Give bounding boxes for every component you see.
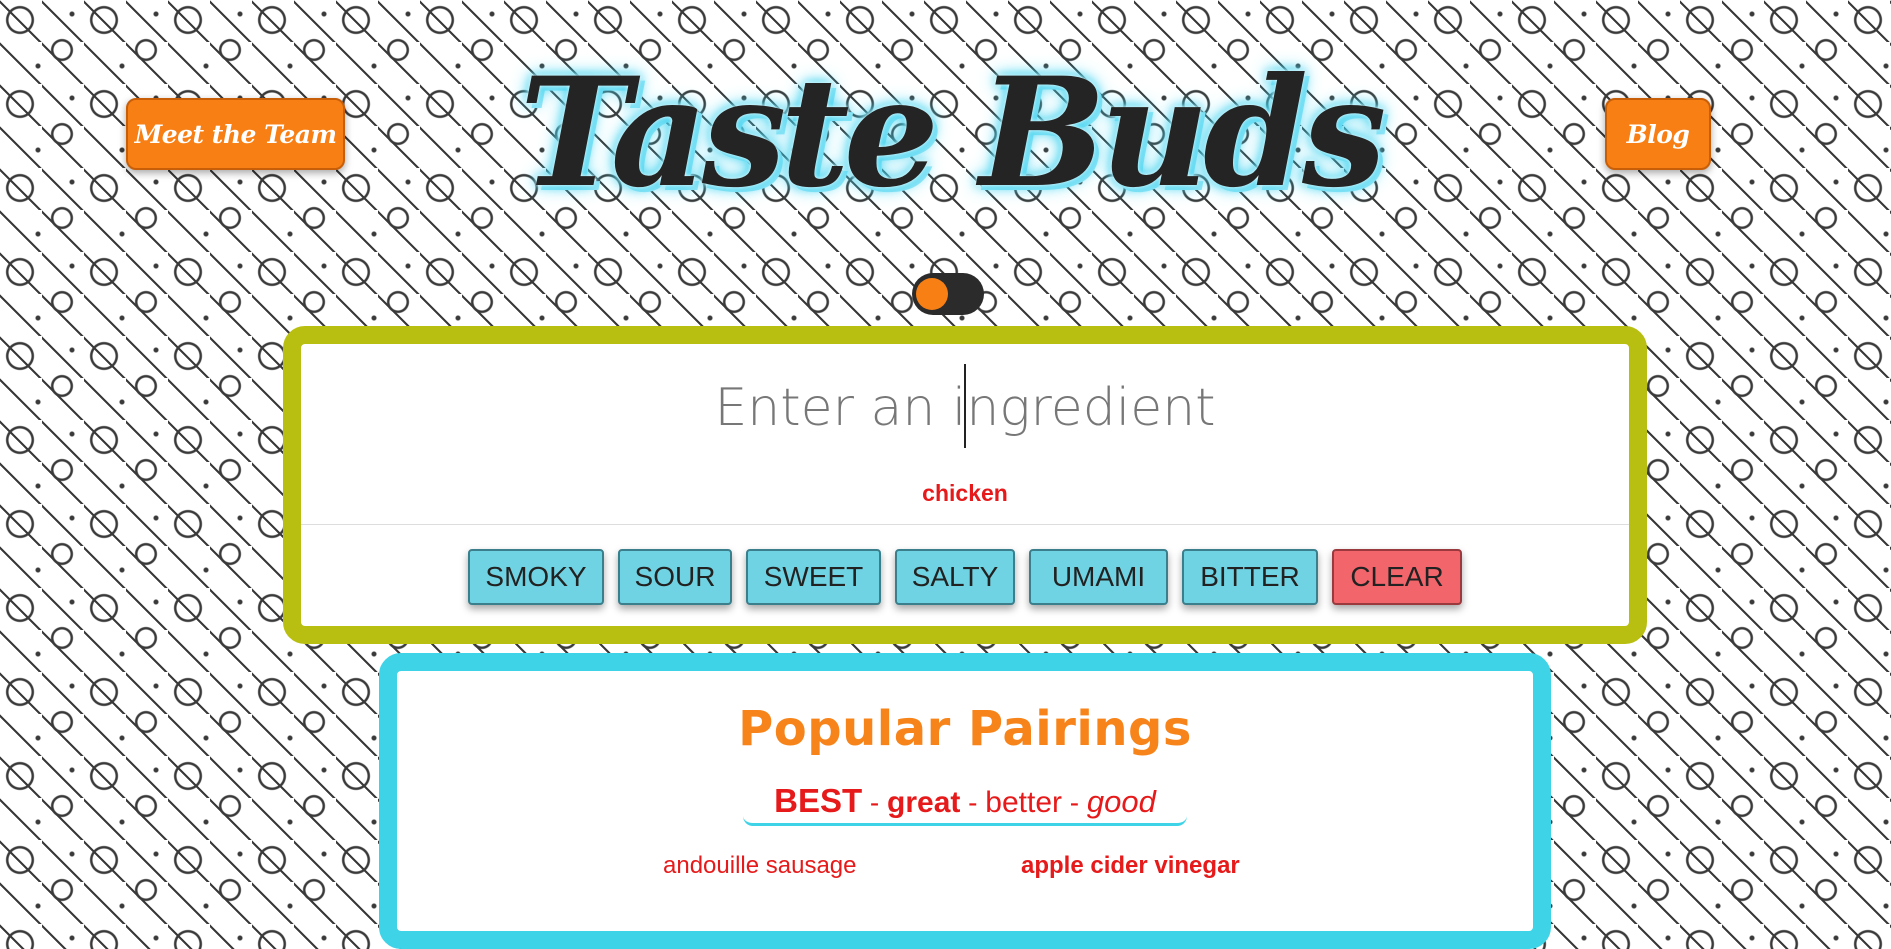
selected-ingredient[interactable]: chicken xyxy=(301,480,1629,507)
pairings-title: Popular Pairings xyxy=(738,701,1192,757)
site-title: Taste Buds xyxy=(519,45,1386,221)
flavor-button-sour[interactable]: SOUR xyxy=(618,549,732,605)
divider xyxy=(301,524,1629,525)
theme-toggle[interactable] xyxy=(912,273,984,315)
ranking-legend: BEST - great - better - good xyxy=(743,783,1187,826)
title-container: Taste Buds xyxy=(519,38,1386,228)
legend-better: better xyxy=(985,786,1062,819)
meet-the-team-button[interactable]: Meet the Team xyxy=(126,98,345,170)
ingredient-search-panel: chicken SMOKY SOUR SWEET SALTY UMAMI BIT… xyxy=(283,326,1647,644)
legend-separator: - xyxy=(960,787,986,818)
legend-great: great xyxy=(887,786,961,819)
flavor-button-sweet[interactable]: SWEET xyxy=(746,549,881,605)
popular-pairings-panel: Popular Pairings BEST - great - better -… xyxy=(379,653,1551,949)
legend-best: BEST xyxy=(774,782,863,819)
legend-separator: - xyxy=(862,787,888,818)
pairing-item[interactable]: andouille sausage xyxy=(663,852,857,880)
text-caret xyxy=(964,364,966,448)
toggle-knob xyxy=(916,278,948,310)
flavor-button-smoky[interactable]: SMOKY xyxy=(468,549,604,605)
legend-good: good xyxy=(1086,784,1156,819)
flavor-filter-row: SMOKY SOUR SWEET SALTY UMAMI BITTER CLEA… xyxy=(301,549,1629,605)
flavor-button-bitter[interactable]: BITTER xyxy=(1182,549,1318,605)
legend-separator: - xyxy=(1062,787,1087,818)
pairing-item[interactable]: apple cider vinegar xyxy=(1021,852,1240,880)
blog-button[interactable]: Blog xyxy=(1605,98,1711,170)
flavor-button-salty[interactable]: SALTY xyxy=(895,549,1015,605)
clear-button[interactable]: CLEAR xyxy=(1332,549,1462,605)
flavor-button-umami[interactable]: UMAMI xyxy=(1029,549,1168,605)
